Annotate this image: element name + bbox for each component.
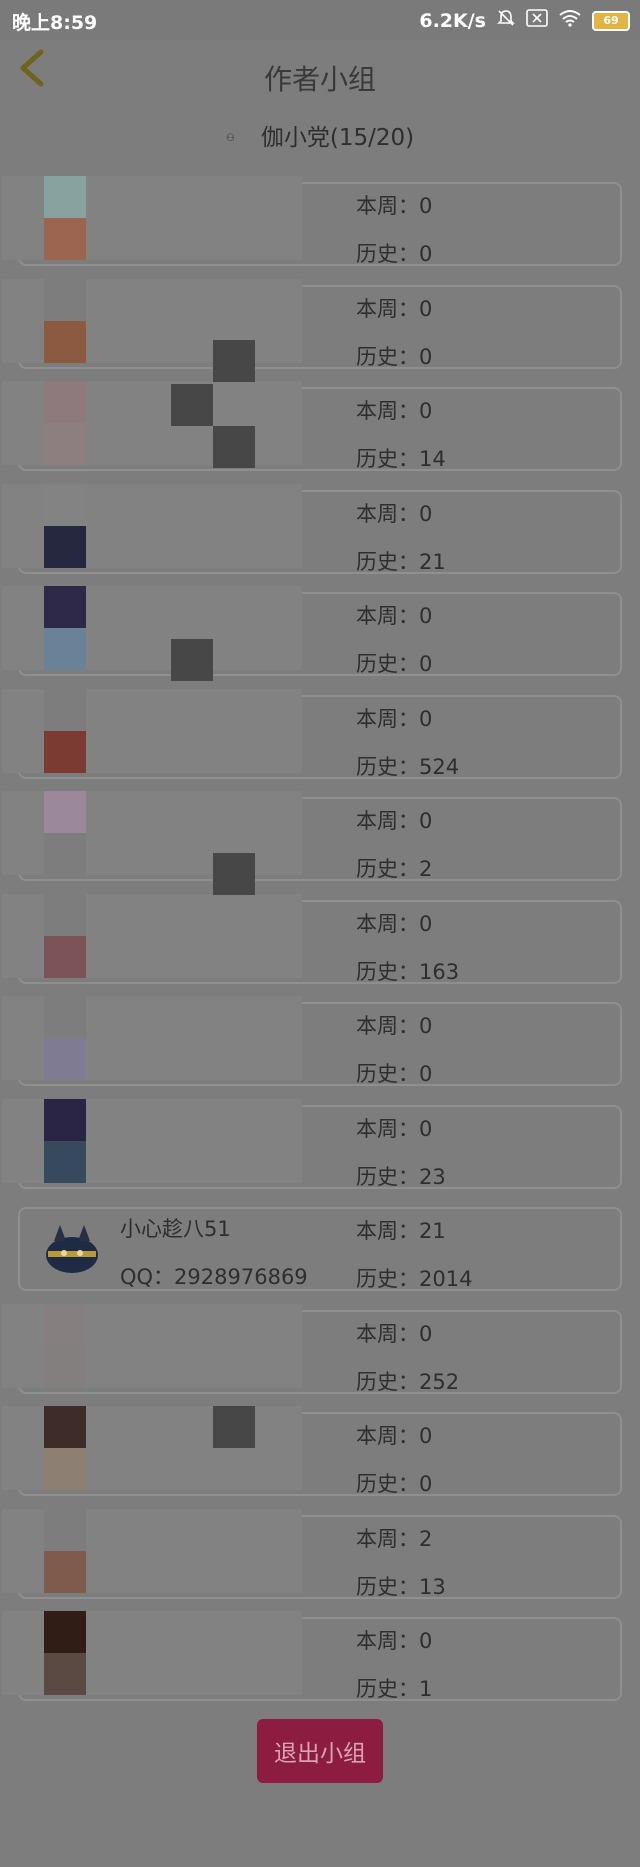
avatar bbox=[44, 688, 86, 777]
member-card[interactable]: 本周：0 历史：0 bbox=[2, 586, 622, 676]
week-stat: 本周：0 bbox=[356, 296, 433, 321]
member-card[interactable]: 本周：0 历史：2 bbox=[2, 791, 622, 881]
wifi-icon bbox=[558, 9, 582, 32]
total-stat: 历史：14 bbox=[356, 447, 446, 471]
week-stat: 本周：0 bbox=[356, 501, 433, 526]
member-card[interactable]: 小心趁八51 QQ：2928976869 本周：21 历史：2014 bbox=[18, 1207, 622, 1291]
avatar bbox=[42, 1219, 102, 1279]
total-stat: 历史：0 bbox=[356, 242, 433, 266]
member-card[interactable]: 本周：0 历史：0 bbox=[2, 176, 622, 266]
redaction-pixel bbox=[171, 384, 213, 426]
member-card[interactable]: 本周：0 历史：1 bbox=[2, 1611, 622, 1701]
total-stat: 历史：1 bbox=[356, 1677, 433, 1701]
avatar bbox=[44, 1406, 86, 1494]
avatar bbox=[44, 1098, 86, 1187]
week-stat: 本周：0 bbox=[356, 809, 433, 833]
member-card[interactable]: 本周：0 历史：21 bbox=[2, 483, 622, 574]
week-stat: 本周：21 bbox=[356, 1219, 446, 1243]
avatar bbox=[44, 1611, 86, 1699]
avatar bbox=[44, 176, 86, 264]
sim-x-icon bbox=[526, 9, 548, 32]
network-speed: 6.2K/s bbox=[419, 9, 486, 32]
total-stat: 历史：2014 bbox=[356, 1267, 473, 1291]
avatar bbox=[44, 278, 86, 367]
week-stat: 本周：0 bbox=[356, 194, 433, 218]
member-qq: QQ：2928976869 bbox=[120, 1265, 308, 1289]
avatar bbox=[44, 791, 86, 879]
total-stat: 历史：524 bbox=[356, 754, 460, 779]
total-stat: 历史：0 bbox=[356, 652, 433, 676]
member-list: 本周：0 历史：0 本周：0 历史：0 本周：0 历史：14 本周：0 历史：21 本周：0 历史… bbox=[2, 176, 622, 1720]
redaction-pixel bbox=[213, 1406, 255, 1448]
avatar bbox=[44, 1303, 86, 1392]
redaction-pixel bbox=[171, 639, 213, 681]
member-card[interactable]: 本周：2 历史：13 bbox=[2, 1508, 622, 1599]
battery-icon: 69 bbox=[592, 10, 630, 31]
group-name: 伽小党(15/20) bbox=[260, 125, 415, 151]
week-stat: 本周：2 bbox=[356, 1526, 433, 1551]
avatar bbox=[44, 586, 86, 674]
status-icons: 6.2K/s 69 bbox=[419, 8, 630, 33]
member-card[interactable]: 本周：0 历史：0 bbox=[2, 1406, 622, 1496]
week-stat: 本周：0 bbox=[356, 1014, 433, 1038]
total-stat: 历史：13 bbox=[356, 1574, 446, 1599]
redaction-pixel bbox=[213, 853, 255, 895]
avatar bbox=[44, 381, 86, 469]
member-card[interactable]: 本周：0 历史：14 bbox=[2, 381, 622, 471]
member-card[interactable]: 本周：0 历史：0 bbox=[2, 996, 622, 1086]
avatar bbox=[44, 996, 86, 1084]
redaction-pixel bbox=[213, 340, 255, 382]
week-stat: 本周：0 bbox=[356, 399, 433, 423]
avatar bbox=[44, 893, 86, 982]
total-stat: 历史：0 bbox=[356, 1062, 433, 1086]
week-stat: 本周：0 bbox=[356, 1629, 433, 1653]
week-stat: 本周：0 bbox=[356, 706, 433, 731]
week-stat: 本周：0 bbox=[356, 1321, 433, 1346]
total-stat: 历史：21 bbox=[356, 549, 446, 574]
group-icon: ⚇ bbox=[225, 133, 235, 144]
member-card[interactable]: 本周：0 历史：163 bbox=[2, 893, 622, 984]
member-card[interactable]: 本周：0 历史：0 bbox=[2, 278, 622, 369]
total-stat: 历史：23 bbox=[356, 1164, 446, 1189]
group-header: ⚇ 伽小党(15/20) bbox=[0, 118, 640, 152]
status-bar: 晚上8:59 6.2K/s 69 bbox=[0, 0, 640, 40]
week-stat: 本周：0 bbox=[356, 911, 433, 936]
page-title: 作者小组 bbox=[263, 63, 376, 96]
member-name: 小心趁八51 bbox=[120, 1217, 231, 1241]
total-stat: 历史：0 bbox=[356, 344, 433, 369]
total-stat: 历史：0 bbox=[356, 1472, 433, 1496]
status-time: 晚上8:59 bbox=[12, 12, 98, 34]
total-stat: 历史：2 bbox=[356, 857, 433, 881]
total-stat: 历史：163 bbox=[356, 959, 460, 984]
nav-bar: 作者小组 bbox=[0, 40, 640, 96]
week-stat: 本周：0 bbox=[356, 604, 433, 628]
avatar bbox=[44, 483, 86, 572]
redaction-pixel bbox=[213, 426, 255, 468]
member-card[interactable]: 本周：0 历史：524 bbox=[2, 688, 622, 779]
avatar bbox=[44, 1508, 86, 1597]
mute-bell-icon bbox=[496, 8, 516, 33]
week-stat: 本周：0 bbox=[356, 1424, 433, 1448]
week-stat: 本周：0 bbox=[356, 1116, 433, 1141]
total-stat: 历史：252 bbox=[356, 1369, 460, 1394]
member-card[interactable]: 本周：0 历史：252 bbox=[2, 1303, 622, 1394]
member-card[interactable]: 本周：0 历史：23 bbox=[2, 1098, 622, 1189]
exit-group-button[interactable]: 退出小组 bbox=[257, 1719, 383, 1783]
